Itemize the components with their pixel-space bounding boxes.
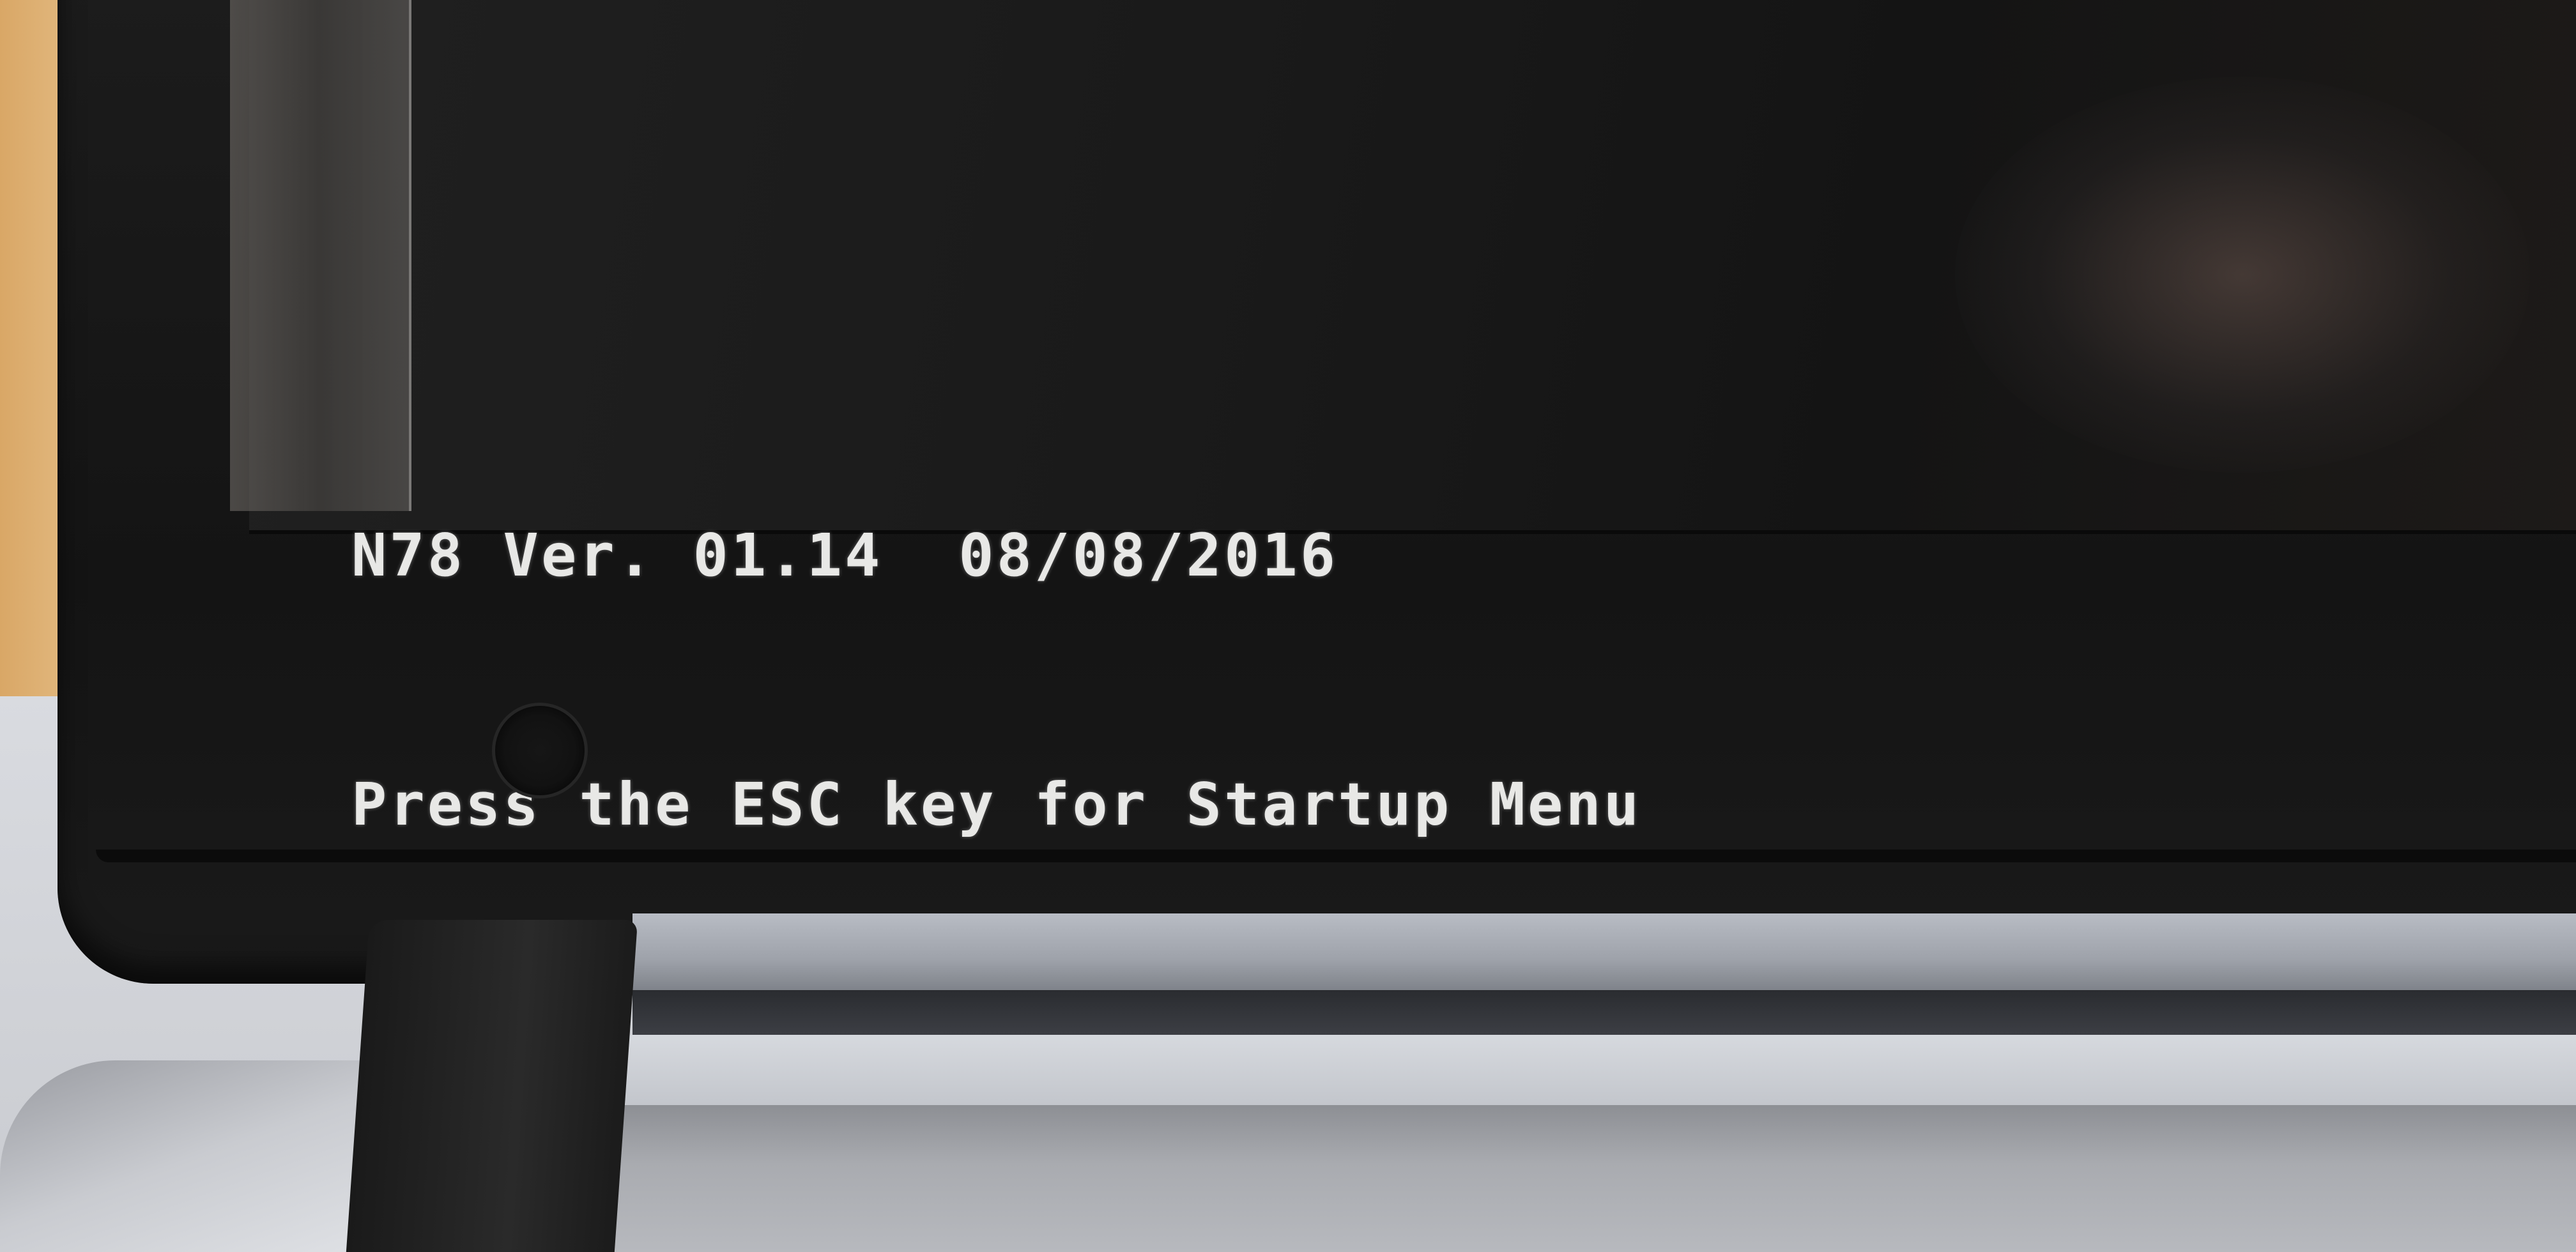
photo-scene: N78 Ver. 01.14 08/08/2016 Press the ESC … [0, 0, 2576, 1252]
laptop-base-edge [575, 1105, 2576, 1252]
hinge-gap [632, 990, 2576, 1035]
laptop-base-corner [0, 1060, 396, 1252]
webcam-icon [492, 703, 588, 798]
left-hinge [346, 920, 638, 1252]
bios-post-message: N78 Ver. 01.14 08/08/2016 Press the ESC … [351, 348, 1641, 1012]
screen-glare [1955, 77, 2530, 473]
bios-version-line: N78 Ver. 01.14 08/08/2016 [351, 521, 1338, 590]
laptop-base-top [575, 1035, 2576, 1105]
hinge-bar [632, 913, 2576, 990]
bezel-rim [96, 850, 2576, 862]
